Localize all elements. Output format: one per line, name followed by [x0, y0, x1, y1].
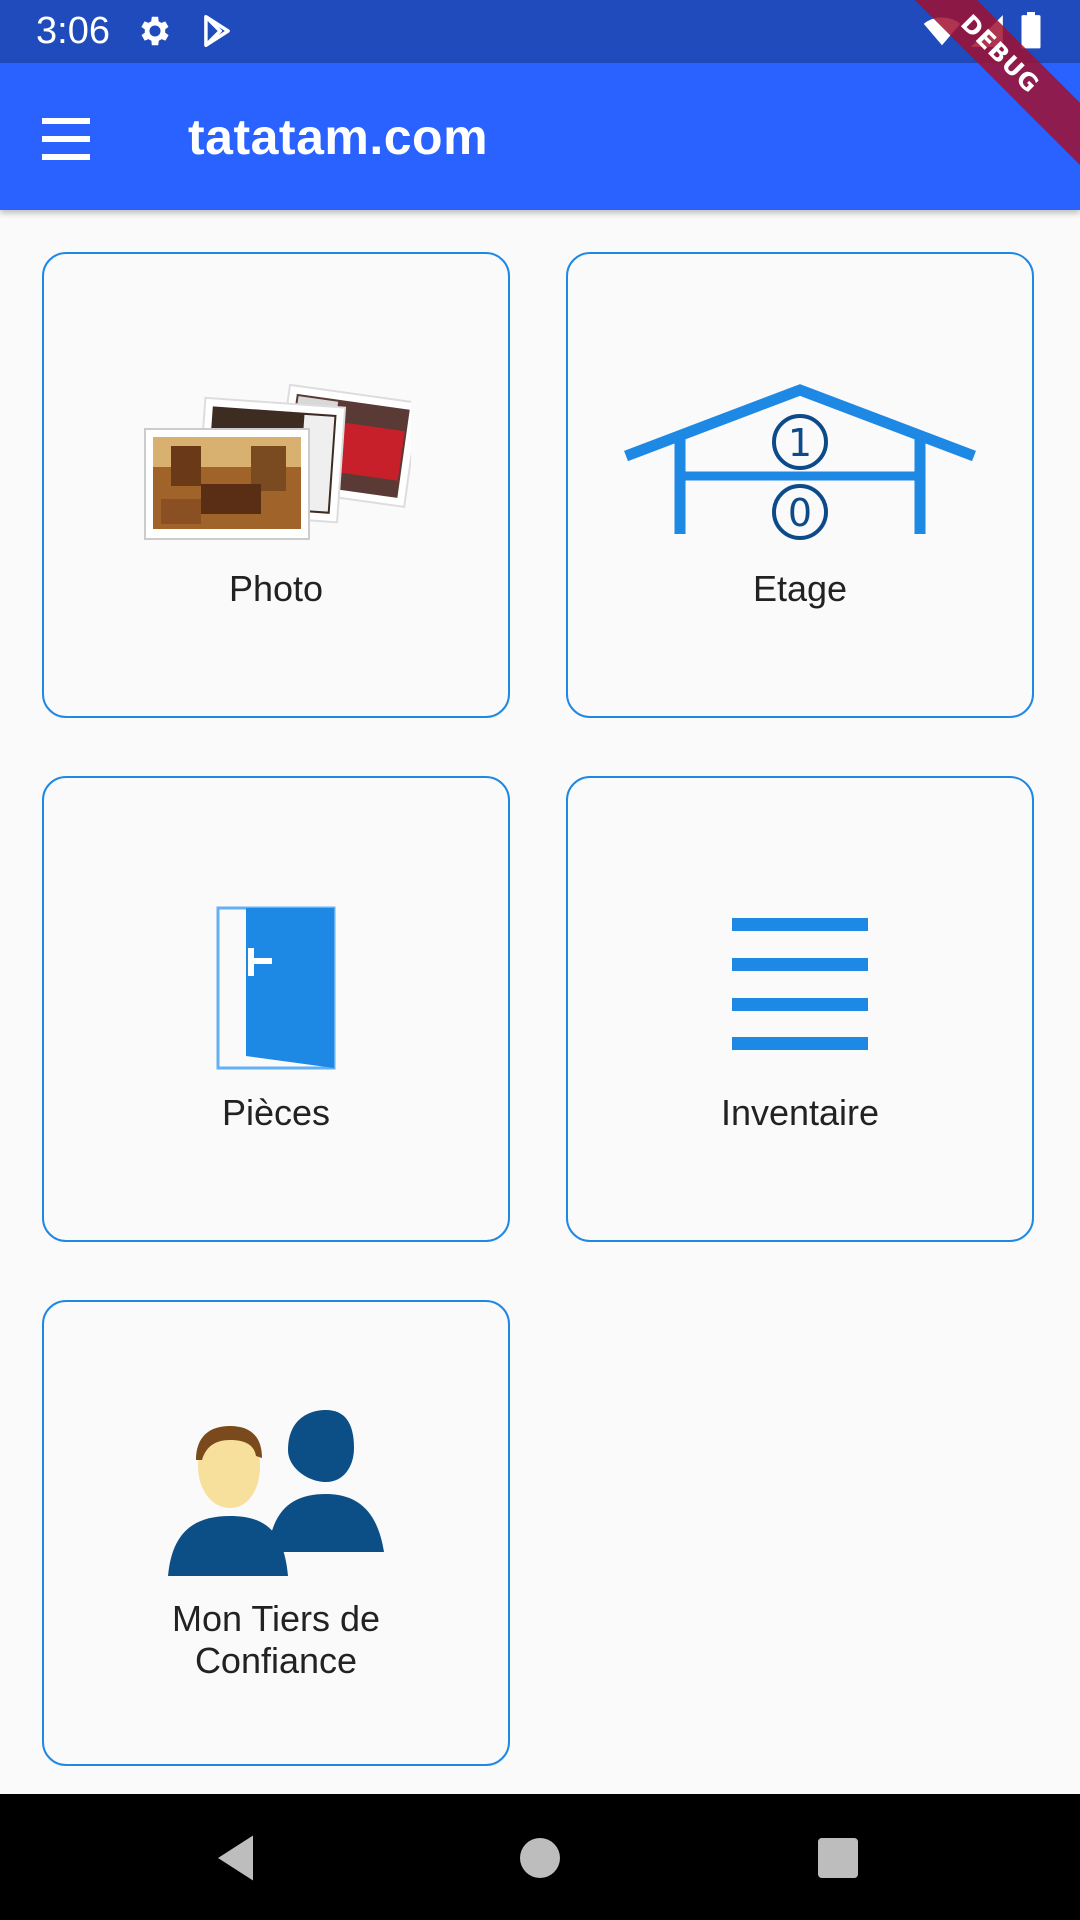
- gear-icon: [141, 16, 169, 46]
- tile-label: Inventaire: [720, 1092, 880, 1133]
- svg-text:1: 1: [788, 421, 812, 465]
- status-time: 3:06: [36, 10, 110, 52]
- tile-etage[interactable]: 1 0 Etage: [566, 252, 1034, 718]
- navigation-bar: [0, 1794, 1080, 1920]
- home-icon[interactable]: [510, 1828, 570, 1888]
- tile-inventaire[interactable]: Inventaire: [566, 776, 1034, 1242]
- door-icon: [216, 906, 336, 1070]
- photos-icon: [144, 384, 411, 540]
- tile-label: Photo: [228, 568, 324, 609]
- status-bar: 3:06: [0, 0, 1080, 63]
- tile-photo[interactable]: Photo: [42, 252, 510, 718]
- svg-text:0: 0: [788, 491, 812, 535]
- app-bar: tatatam.com: [0, 63, 1080, 210]
- hamburger-menu-icon[interactable]: [36, 103, 108, 175]
- tile-label: Etage: [752, 568, 848, 609]
- tile-pieces[interactable]: Pièces: [42, 776, 510, 1242]
- tile-label: Pièces: [221, 1092, 331, 1133]
- app-title: tatatam.com: [188, 109, 489, 165]
- tile-tiers-confiance[interactable]: Mon Tiers de Confiance: [42, 1300, 510, 1766]
- recents-icon[interactable]: [808, 1828, 868, 1888]
- screen: 3:06 tatatam.com DEBUG Photo 1 0 Etage P…: [0, 0, 1080, 1920]
- tile-label-line1: Mon Tiers de: [171, 1598, 381, 1639]
- tile-label-line2: Confiance: [194, 1640, 358, 1681]
- list-icon: [732, 918, 868, 1050]
- play-store-icon: [204, 15, 230, 47]
- back-icon[interactable]: [208, 1828, 268, 1888]
- floors-house-icon: 1 0: [624, 384, 976, 540]
- trusted-people-icon: [168, 1410, 384, 1576]
